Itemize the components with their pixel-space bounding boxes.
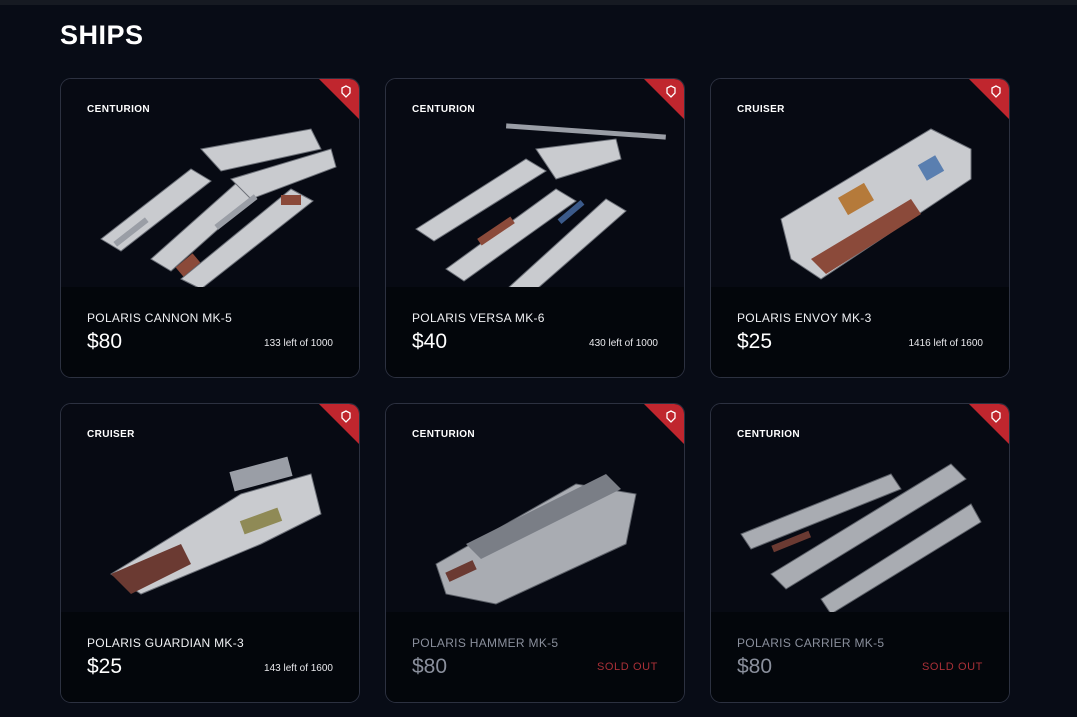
ship-stock: 1416 left of 1600: [908, 338, 983, 349]
sold-out-label: SOLD OUT: [596, 661, 658, 673]
faction-emblem-icon: [644, 404, 684, 444]
ship-name: POLARIS GUARDIAN MK-3: [87, 636, 244, 650]
ship-name: POLARIS HAMMER MK-5: [412, 636, 559, 650]
ship-price: $40: [412, 330, 448, 353]
faction-emblem-icon: [319, 79, 359, 119]
ship-card[interactable]: CRUISER POLARIS GUARDIAN MK-3 $25 143 le…: [60, 403, 360, 703]
ship-name: POLARIS CARRIER MK-5: [737, 636, 885, 650]
ship-price: $25: [737, 330, 773, 353]
ship-image-cannon: [100, 128, 337, 289]
ship-card[interactable]: CRUISER POLARIS ENVOY MK-3 $25 1416 left…: [710, 78, 1010, 378]
ship-category: CRUISER: [737, 104, 785, 115]
ship-card[interactable]: CENTURION POLARIS CARRIER MK-5 $80 SOLD …: [710, 403, 1010, 703]
faction-emblem-icon: [969, 404, 1009, 444]
ship-image-envoy: [780, 128, 972, 280]
ship-category: CENTURION: [87, 104, 151, 115]
ship-image-carrier: [740, 463, 982, 614]
ship-name: POLARIS CANNON MK-5: [87, 311, 233, 325]
sold-out-label: SOLD OUT: [921, 661, 983, 673]
ship-price: $80: [412, 655, 448, 678]
top-bar: [0, 0, 1077, 5]
page-title: SHIPS: [60, 20, 144, 50]
ship-price: $80: [87, 330, 123, 353]
ship-price: $25: [87, 655, 123, 678]
ship-grid: CENTURION POLARIS CANNON MK-5 $80 133 le…: [60, 78, 1010, 703]
ship-category: CENTURION: [412, 104, 476, 115]
ship-image-versa: [415, 123, 666, 289]
ship-card[interactable]: CENTURION POLARIS VERSA MK-6 $40 430 lef…: [385, 78, 685, 378]
ship-card[interactable]: CENTURION POLARIS HAMMER MK-5 $80 SOLD O…: [385, 403, 685, 703]
ship-category: CENTURION: [412, 429, 476, 440]
ship-image-guardian: [110, 456, 322, 595]
faction-emblem-icon: [319, 404, 359, 444]
ship-category: CENTURION: [737, 429, 801, 440]
ship-card[interactable]: CENTURION POLARIS CANNON MK-5 $80 133 le…: [60, 78, 360, 378]
faction-emblem-icon: [644, 79, 684, 119]
ship-stock: 143 left of 1600: [264, 663, 333, 674]
ship-price: $80: [737, 655, 773, 678]
ship-name: POLARIS ENVOY MK-3: [737, 311, 872, 325]
ship-stock: 133 left of 1000: [264, 338, 333, 349]
ship-name: POLARIS VERSA MK-6: [412, 311, 545, 325]
ship-category: CRUISER: [87, 429, 135, 440]
ship-image-hammer: [435, 474, 637, 605]
faction-emblem-icon: [969, 79, 1009, 119]
ship-stock: 430 left of 1000: [589, 338, 658, 349]
